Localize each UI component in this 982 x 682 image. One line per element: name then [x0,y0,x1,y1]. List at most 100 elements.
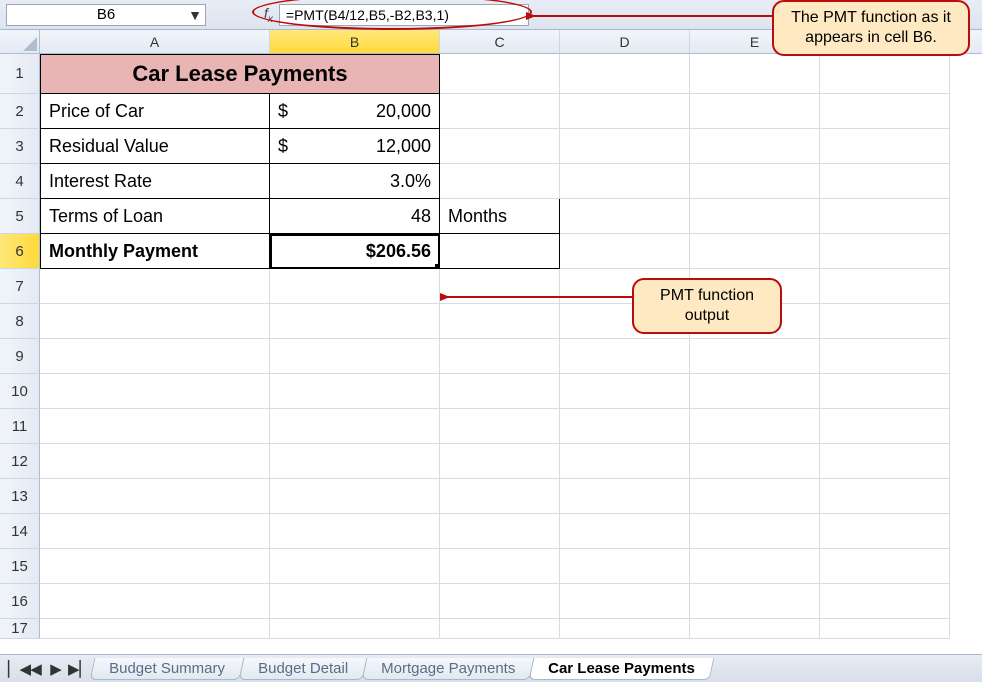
cell-B6[interactable]: $206.56 [270,234,440,269]
cell-C16[interactable] [440,584,560,619]
row-header-15[interactable]: 15 [0,549,40,584]
sheet-tab-mortgage-payments[interactable]: Mortgage Payments [362,658,535,680]
row-header-4[interactable]: 4 [0,164,40,199]
cell-F9[interactable] [820,339,950,374]
cell-C14[interactable] [440,514,560,549]
cell-A15[interactable] [40,549,270,584]
cell-C8[interactable] [440,304,560,339]
cell-F16[interactable] [820,584,950,619]
cell-D14[interactable] [560,514,690,549]
cell-B12[interactable] [270,444,440,479]
cell-A5[interactable]: Terms of Loan [40,199,270,234]
cell-D6[interactable] [560,234,690,269]
cell-C11[interactable] [440,409,560,444]
row-header-2[interactable]: 2 [0,94,40,129]
cell-B17[interactable] [270,619,440,639]
row-header-7[interactable]: 7 [0,269,40,304]
select-all-corner[interactable] [0,30,40,53]
cell-A8[interactable] [40,304,270,339]
row-header-9[interactable]: 9 [0,339,40,374]
row-header-6[interactable]: 6 [0,234,40,269]
cell-A3[interactable]: Residual Value [40,129,270,164]
tab-nav-prev-icon[interactable]: ◀ [28,660,44,678]
cell-F5[interactable] [820,199,950,234]
cell-D4[interactable] [560,164,690,199]
row-header-11[interactable]: 11 [0,409,40,444]
cell-B5[interactable]: 48 [270,199,440,234]
cell-B11[interactable] [270,409,440,444]
cell-D11[interactable] [560,409,690,444]
cell-A10[interactable] [40,374,270,409]
cell-F8[interactable] [820,304,950,339]
cell-F13[interactable] [820,479,950,514]
cell-B2[interactable]: $20,000 [270,94,440,129]
cell-B7[interactable] [270,269,440,304]
cell-C1[interactable] [440,54,560,94]
cell-C4[interactable] [440,164,560,199]
row-header-14[interactable]: 14 [0,514,40,549]
tab-nav-first-icon[interactable]: ▏◀ [8,660,24,678]
cell-D3[interactable] [560,129,690,164]
col-header-D[interactable]: D [560,30,690,53]
cell-E9[interactable] [690,339,820,374]
cell-C9[interactable] [440,339,560,374]
cell-C7[interactable] [440,269,560,304]
cell-D10[interactable] [560,374,690,409]
cell-E15[interactable] [690,549,820,584]
cell-B13[interactable] [270,479,440,514]
cell-E4[interactable] [690,164,820,199]
row-header-8[interactable]: 8 [0,304,40,339]
cell-C17[interactable] [440,619,560,639]
cell-B8[interactable] [270,304,440,339]
cell-E3[interactable] [690,129,820,164]
cell-F3[interactable] [820,129,950,164]
cell-F12[interactable] [820,444,950,479]
col-header-C[interactable]: C [440,30,560,53]
fx-icon[interactable]: fx [264,5,273,25]
cell-E14[interactable] [690,514,820,549]
cell-E11[interactable] [690,409,820,444]
cell-E12[interactable] [690,444,820,479]
cell-B3[interactable]: $12,000 [270,129,440,164]
cell-F2[interactable] [820,94,950,129]
cell-A9[interactable] [40,339,270,374]
name-box[interactable]: B6 ▼ [6,4,206,26]
cell-D16[interactable] [560,584,690,619]
cell-D13[interactable] [560,479,690,514]
sheet-tab-budget-detail[interactable]: Budget Detail [239,658,368,680]
cell-C2[interactable] [440,94,560,129]
cell-C3[interactable] [440,129,560,164]
cell-C12[interactable] [440,444,560,479]
cell-D9[interactable] [560,339,690,374]
cell-A14[interactable] [40,514,270,549]
col-header-A[interactable]: A [40,30,270,53]
cell-C6[interactable] [440,234,560,269]
cell-B10[interactable] [270,374,440,409]
cell-E5[interactable] [690,199,820,234]
row-header-3[interactable]: 3 [0,129,40,164]
cell-A7[interactable] [40,269,270,304]
cell-F14[interactable] [820,514,950,549]
cell-F11[interactable] [820,409,950,444]
row-header-12[interactable]: 12 [0,444,40,479]
cell-E13[interactable] [690,479,820,514]
cell-B16[interactable] [270,584,440,619]
cell-A6[interactable]: Monthly Payment [40,234,270,269]
sheet-tab-car-lease-payments[interactable]: Car Lease Payments [529,658,714,680]
cell-D2[interactable] [560,94,690,129]
cell-E16[interactable] [690,584,820,619]
row-header-10[interactable]: 10 [0,374,40,409]
cell-B14[interactable] [270,514,440,549]
cell-A11[interactable] [40,409,270,444]
cell-D1[interactable] [560,54,690,94]
tab-nav-next-icon[interactable]: ▶ [48,660,64,678]
name-box-dropdown-icon[interactable]: ▼ [187,7,203,23]
cell-title[interactable]: Car Lease Payments [40,54,440,94]
cell-D15[interactable] [560,549,690,584]
cell-D17[interactable] [560,619,690,639]
cell-C5[interactable]: Months [440,199,560,234]
row-header-16[interactable]: 16 [0,584,40,619]
cell-B15[interactable] [270,549,440,584]
cell-E10[interactable] [690,374,820,409]
sheet-tab-budget-summary[interactable]: Budget Summary [90,658,245,680]
